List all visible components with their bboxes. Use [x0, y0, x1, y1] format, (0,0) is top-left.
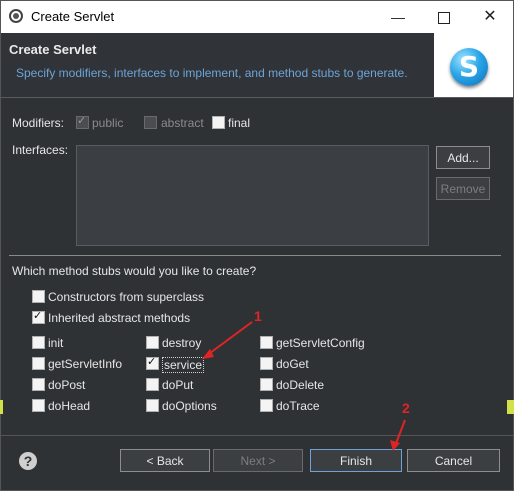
close-button[interactable]: ✕ — [467, 1, 513, 33]
maximize-button[interactable] — [421, 1, 467, 33]
inherited-checkbox[interactable] — [32, 309, 45, 324]
background-editor-strip — [507, 400, 514, 414]
init-checkbox[interactable] — [32, 336, 45, 349]
back-button[interactable]: < Back — [120, 449, 210, 472]
service-checkbox[interactable] — [146, 355, 159, 370]
dooptions-label[interactable]: doOptions — [162, 399, 217, 413]
getservletconfig-label[interactable]: getServletConfig — [276, 336, 365, 350]
dotrace-label[interactable]: doTrace — [276, 399, 320, 413]
annotation-label-1: 1 — [254, 308, 262, 324]
create-servlet-dialog: Create Servlet — ✕ Create Servlet Specif… — [0, 0, 514, 491]
dohead-label[interactable]: doHead — [48, 399, 90, 413]
interfaces-label: Interfaces: — [12, 143, 69, 157]
page-title: Create Servlet — [9, 42, 97, 57]
doget-checkbox[interactable] — [260, 357, 273, 370]
dooptions-checkbox[interactable] — [146, 399, 159, 412]
finish-button[interactable]: Finish — [310, 449, 402, 472]
add-interface-button[interactable]: Add... — [436, 146, 490, 169]
abstract-label: abstract — [161, 116, 204, 130]
next-button: Next > — [213, 449, 303, 472]
dodelete-label[interactable]: doDelete — [276, 378, 324, 392]
annotation-label-2: 2 — [402, 400, 410, 416]
getservletinfo-label[interactable]: getServletInfo — [48, 357, 122, 371]
remove-interface-button: Remove — [436, 177, 490, 200]
dotrace-checkbox[interactable] — [260, 399, 273, 412]
background-editor-strip-left — [0, 400, 3, 414]
doput-checkbox[interactable] — [146, 378, 159, 391]
footer-divider — [1, 435, 513, 436]
interfaces-list[interactable] — [76, 145, 429, 246]
doput-label[interactable]: doPut — [162, 378, 193, 392]
init-label[interactable]: init — [48, 336, 63, 350]
dodelete-checkbox[interactable] — [260, 378, 273, 391]
eclipse-icon — [9, 9, 23, 23]
modifiers-label: Modifiers: — [12, 116, 65, 130]
header-divider — [1, 97, 513, 98]
service-label[interactable]: service — [162, 357, 205, 373]
stubs-question: Which method stubs would you like to cre… — [12, 264, 257, 278]
title-bar: Create Servlet — ✕ — [1, 1, 513, 33]
final-checkbox[interactable] — [212, 116, 225, 129]
servlet-logo-icon: S — [450, 48, 488, 86]
dohead-checkbox[interactable] — [32, 399, 45, 412]
destroy-checkbox[interactable] — [146, 336, 159, 349]
cancel-button[interactable]: Cancel — [407, 449, 500, 472]
constructors-label[interactable]: Constructors from superclass — [48, 290, 204, 304]
public-checkbox — [76, 114, 89, 129]
abstract-checkbox — [144, 116, 157, 129]
getservletconfig-checkbox[interactable] — [260, 336, 273, 349]
inherited-label[interactable]: Inherited abstract methods — [48, 311, 190, 325]
dopost-label[interactable]: doPost — [48, 378, 85, 392]
dopost-checkbox[interactable] — [32, 378, 45, 391]
constructors-checkbox[interactable] — [32, 290, 45, 303]
public-label: public — [92, 116, 124, 130]
destroy-label[interactable]: destroy — [162, 336, 201, 350]
window-title: Create Servlet — [31, 9, 115, 24]
doget-label[interactable]: doGet — [276, 357, 309, 371]
maximize-icon — [438, 12, 450, 25]
final-label[interactable]: final — [228, 116, 250, 130]
page-description: Specify modifiers, interfaces to impleme… — [16, 66, 408, 80]
getservletinfo-checkbox[interactable] — [32, 357, 45, 370]
help-icon[interactable]: ? — [19, 452, 37, 470]
minimize-button[interactable]: — — [375, 1, 421, 33]
section-divider — [9, 255, 501, 256]
